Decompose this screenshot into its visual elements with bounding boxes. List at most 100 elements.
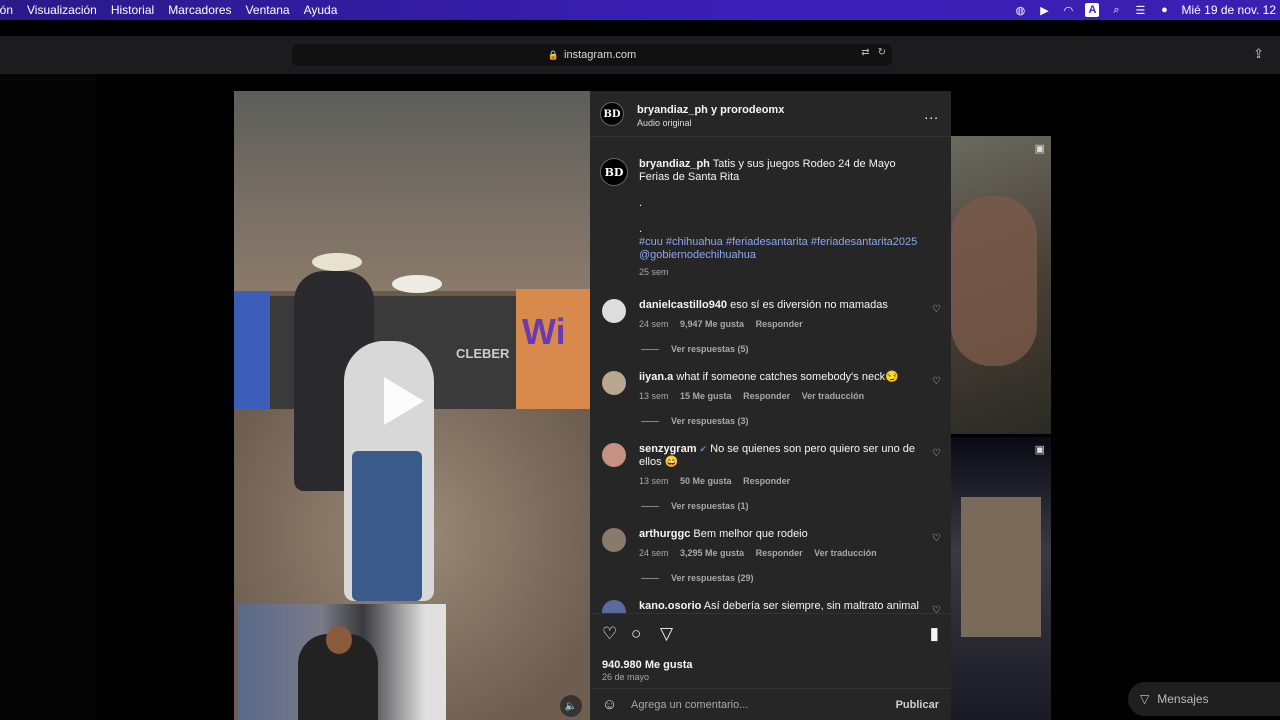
post-caption: bryandiaz_ph Tatis y sus juegos Rodeo 24… (639, 158, 929, 279)
siri-icon[interactable]: ● (1157, 3, 1171, 17)
comment-likes[interactable]: 50 Me gusta (680, 476, 732, 486)
browser-toolbar: 🔒 instagram.com ⇄ ↻ ⇪ (0, 36, 1280, 74)
blue-banner (234, 291, 270, 421)
reload-icon[interactable]: ↻ (878, 47, 886, 58)
avatar[interactable] (602, 299, 626, 323)
caption-avatar[interactable]: BD (600, 158, 628, 186)
streamer-head (326, 626, 352, 654)
search-icon[interactable]: ⌕ (1109, 3, 1123, 17)
url-text: instagram.com (564, 49, 637, 61)
comment-likes[interactable]: 15 Me gusta (680, 391, 732, 401)
translate-button[interactable]: Ver traducción (802, 391, 865, 401)
caption-dot-1: . (639, 197, 643, 209)
menu-item-view[interactable]: Visualización (27, 3, 97, 17)
post-panel: BD bryandiaz_ph y prorodeomx Audio origi… (590, 91, 951, 720)
bookmark-icon[interactable]: ▮ (930, 624, 939, 644)
comment-likes[interactable]: 3,295 Me gusta (680, 548, 744, 558)
comment-user[interactable]: senzygram (639, 443, 696, 455)
comments-list[interactable]: BD bryandiaz_ph Tatis y sus juegos Rodeo… (590, 138, 951, 613)
comment-text: senzygram ✔ No se quienes son pero quier… (639, 443, 919, 469)
comment-time: 24 sem (639, 319, 669, 329)
play-icon[interactable] (384, 377, 424, 425)
thumbnail-face (951, 196, 1037, 366)
like-icon[interactable]: ♡ (602, 624, 617, 644)
banner-wi: Wi (522, 311, 566, 352)
like-comment-icon[interactable]: ♡ (932, 304, 941, 315)
menu-item-app[interactable]: ión (0, 3, 13, 17)
instagram-page: CLEBER Wi 🔈 ▣ ▣ BD bryandiaz_ph y prorod… (0, 74, 1280, 720)
wifi-icon[interactable]: ◠ (1061, 3, 1075, 17)
side-thumbnail-2[interactable]: ▣ (951, 437, 1051, 720)
messages-label: Mensajes (1157, 692, 1209, 706)
reply-button[interactable]: Responder (756, 548, 803, 558)
comment-icon[interactable]: ○ (631, 624, 641, 644)
reply-button[interactable]: Responder (756, 319, 803, 329)
cowboy-hat (312, 253, 362, 271)
avatar[interactable] (602, 371, 626, 395)
comment-time: 13 sem (639, 391, 669, 401)
comment-user[interactable]: iiyan.a (639, 371, 673, 383)
like-comment-icon[interactable]: ♡ (932, 533, 941, 544)
view-replies[interactable]: Ver respuestas (3) (641, 416, 749, 426)
menu-item-bookmarks[interactable]: Marcadores (168, 3, 231, 17)
like-comment-icon[interactable]: ♡ (932, 376, 941, 387)
control-center-icon[interactable]: ☰ (1133, 3, 1147, 17)
avatar[interactable] (602, 528, 626, 552)
avatar[interactable]: BD (600, 102, 624, 126)
thumbnail-building (961, 497, 1041, 637)
banner-text: CLEBER (456, 346, 510, 361)
like-comment-icon[interactable]: ♡ (932, 605, 941, 613)
vpn-icon[interactable]: ◍ (1013, 3, 1027, 17)
status-icons: ◍ ▶ ◠ A ⌕ ☰ ● Mié 19 de nov. 12 (1013, 0, 1280, 20)
mute-icon[interactable]: 🔈 (560, 695, 582, 717)
orange-banner: Wi (516, 289, 590, 409)
publish-button[interactable]: Publicar (896, 699, 939, 711)
side-thumbnail-1[interactable]: ▣ (951, 136, 1051, 434)
comment-user[interactable]: kano.osorio (639, 600, 701, 612)
input-source-icon[interactable]: A (1085, 3, 1100, 17)
menu-item-window[interactable]: Ventana (246, 3, 290, 17)
view-replies[interactable]: Ver respuestas (29) (641, 573, 754, 583)
sidebar-area (0, 74, 96, 720)
comment-meta: 24 sem 3,295 Me gusta Responder Ver trad… (639, 548, 886, 558)
translate-icon[interactable]: ⇄ (861, 47, 869, 58)
comment-body: Así debería ser siempre, sin maltrato an… (703, 600, 919, 612)
caption-hashtags[interactable]: #cuu #chihuahua #feriadesantarita #feria… (639, 236, 929, 262)
like-comment-icon[interactable]: ♡ (932, 448, 941, 459)
comment-text: arthurggc Bem melhor que rodeio (639, 528, 919, 541)
share-icon[interactable]: ⇪ (1253, 46, 1264, 62)
address-bar[interactable]: 🔒 instagram.com ⇄ ↻ (292, 44, 892, 66)
translate-button[interactable]: Ver traducción (814, 548, 877, 558)
caption-time: 25 sem (639, 267, 669, 277)
emoji-icon[interactable]: ☺ (602, 696, 617, 713)
comment-text: kano.osorio Así debería ser siempre, sin… (639, 600, 919, 613)
roper-jeans (352, 451, 422, 601)
share-icon[interactable]: ▽ (660, 624, 673, 644)
reply-button[interactable]: Responder (743, 391, 790, 401)
reply-button[interactable]: Responder (743, 476, 790, 486)
audio-label[interactable]: Audio original (637, 118, 692, 128)
comment-user[interactable]: danielcastillo940 (639, 299, 727, 311)
reel-icon: ▣ (1034, 444, 1045, 456)
messages-button[interactable]: ▽ Mensajes (1128, 682, 1280, 716)
post-author[interactable]: bryandiaz_ph y prorodeomx (637, 104, 784, 116)
menu-item-history[interactable]: Historial (111, 3, 154, 17)
caption-user[interactable]: bryandiaz_ph (639, 158, 710, 170)
view-replies[interactable]: Ver respuestas (5) (641, 344, 749, 354)
likes-count[interactable]: 940.980 Me gusta (602, 659, 693, 671)
crowd-background (234, 91, 590, 291)
lock-icon: 🔒 (547, 49, 560, 60)
view-replies[interactable]: Ver respuestas (1) (641, 501, 749, 511)
comment-input[interactable]: Agrega un comentario... (631, 699, 748, 711)
menu-item-help[interactable]: Ayuda (304, 3, 338, 17)
clock[interactable]: Mié 19 de nov. 12 (1181, 3, 1276, 17)
play-status-icon[interactable]: ▶ (1037, 3, 1051, 17)
send-icon: ▽ (1140, 692, 1150, 706)
comment-likes[interactable]: 9,947 Me gusta (680, 319, 744, 329)
more-options-icon[interactable]: ... (924, 106, 939, 122)
comment-user[interactable]: arthurggc (639, 528, 690, 540)
avatar[interactable] (602, 443, 626, 467)
comment-text: iiyan.a what if someone catches somebody… (639, 371, 919, 384)
avatar[interactable] (602, 600, 626, 613)
post-date: 26 de mayo (602, 672, 650, 682)
